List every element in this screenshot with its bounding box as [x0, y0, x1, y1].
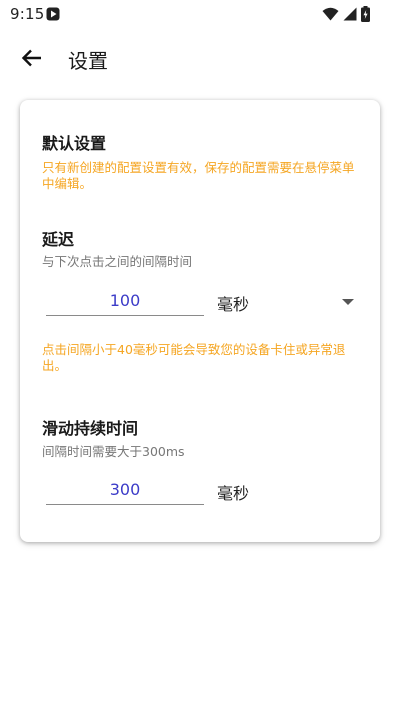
delay-title: 延迟	[42, 230, 75, 249]
wifi-icon	[322, 7, 339, 21]
status-icons	[322, 6, 370, 22]
signal-icon	[343, 7, 357, 21]
back-button[interactable]	[16, 42, 48, 74]
status-time: 9:15	[10, 5, 45, 23]
delay-input[interactable]	[46, 286, 204, 315]
swipe-duration-unit: 毫秒	[217, 484, 250, 503]
dropdown-arrow-icon[interactable]	[340, 294, 356, 310]
swipe-duration-input-field	[46, 475, 204, 505]
app-bar: 设置	[0, 30, 400, 86]
swipe-duration-title: 滑动持续时间	[42, 419, 139, 438]
page-title: 设置	[68, 49, 108, 73]
swipe-duration-subtitle: 间隔时间需要大于300ms	[42, 444, 185, 459]
default-settings-note: 只有新创建的配置设置有效，保存的配置需要在悬停菜单中编辑。	[42, 160, 355, 191]
app-notification-icon	[46, 7, 60, 21]
swipe-duration-input[interactable]	[46, 475, 204, 504]
default-settings-title: 默认设置	[42, 134, 107, 153]
battery-icon	[361, 6, 370, 22]
status-bar: 9:15	[0, 0, 400, 30]
delay-input-field	[46, 286, 204, 316]
delay-warning: 点击间隔小于40毫秒可能会导致您的设备卡住或异常退出。	[42, 342, 346, 373]
settings-card: 默认设置 只有新创建的配置设置有效，保存的配置需要在悬停菜单中编辑。 延迟 与下…	[20, 100, 380, 542]
arrow-left-icon	[21, 49, 41, 67]
delay-unit-select[interactable]: 毫秒	[217, 291, 249, 315]
delay-subtitle: 与下次点击之间的间隔时间	[42, 254, 193, 269]
